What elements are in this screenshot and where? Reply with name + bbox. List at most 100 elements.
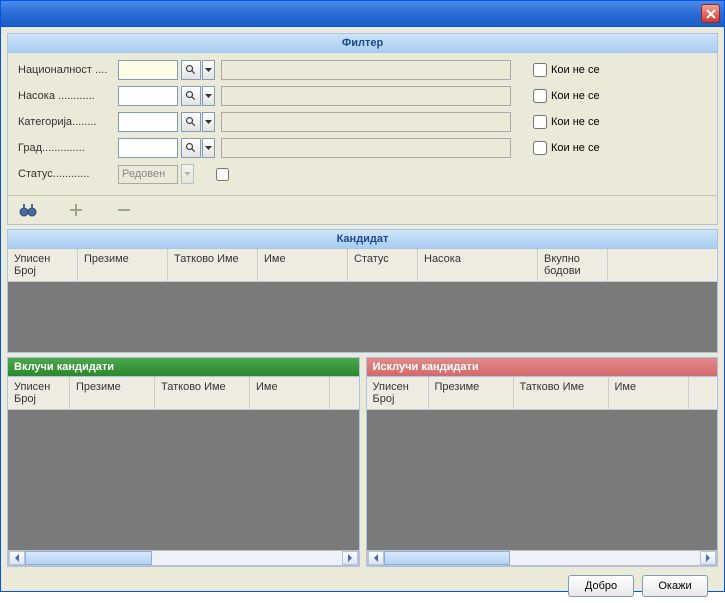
checkbox-city-wrap[interactable]: Кои не се [529, 138, 600, 158]
filter-panel: Филтер Националност .... Кои не се Насок… [7, 33, 718, 225]
exclude-grid-header: Уписен Број Презиме Татково Име Име [367, 377, 718, 410]
inc-col-name[interactable]: Име [250, 377, 330, 409]
col-total-points[interactable]: Вкупно бодови [538, 249, 608, 281]
candidate-header: Кандидат [8, 230, 717, 249]
scroll-track[interactable] [384, 551, 701, 565]
checkbox-category-label: Кои не се [551, 116, 600, 128]
remove-button[interactable] [114, 200, 134, 220]
checkbox-direction[interactable] [533, 89, 547, 103]
dialog-buttons: Добро Окажи [7, 575, 718, 597]
col-status[interactable]: Статус [348, 249, 418, 281]
lookup-category[interactable] [181, 112, 201, 132]
candidate-panel: Кандидат Уписен Број Презиме Татково Име… [7, 229, 718, 353]
close-button[interactable] [701, 4, 720, 23]
dropdown-category[interactable] [202, 112, 215, 132]
exclude-grid-body[interactable] [367, 410, 718, 550]
inc-col-fathername[interactable]: Татково Име [155, 377, 250, 409]
include-grid-body[interactable] [8, 410, 359, 550]
include-header: Вклучи кандидати [8, 358, 359, 377]
label-city: Град.............. [18, 142, 118, 154]
input-nationality[interactable] [118, 60, 178, 80]
checkbox-status[interactable] [216, 168, 229, 181]
inc-col-enroll[interactable]: Уписен Број [8, 377, 70, 409]
exclude-scrollbar[interactable] [367, 550, 718, 566]
filter-row-nationality: Националност .... Кои не се [18, 59, 707, 81]
lookup-nationality[interactable] [181, 60, 201, 80]
checkbox-category[interactable] [533, 115, 547, 129]
dialog-window: Филтер Националност .... Кои не се Насок… [0, 0, 725, 592]
chevron-down-icon [205, 68, 212, 72]
filter-toolbar [8, 195, 717, 224]
scroll-left-button[interactable] [9, 551, 25, 565]
label-direction: Насока ............ [18, 90, 118, 102]
col-name[interactable]: Име [258, 249, 348, 281]
filter-row-direction: Насока ............ Кои не се [18, 85, 707, 107]
dropdown-nationality[interactable] [202, 60, 215, 80]
filter-row-city: Град.............. Кои не се [18, 137, 707, 159]
display-city [221, 138, 511, 158]
chevron-right-icon [347, 554, 353, 562]
display-category [221, 112, 511, 132]
candidate-grid[interactable]: Уписен Број Презиме Татково Име Име Стат… [8, 249, 717, 352]
filter-panel-header: Филтер [8, 34, 717, 53]
show-button[interactable]: Окажи [642, 575, 708, 597]
input-city[interactable] [118, 138, 178, 158]
exc-col-fathername[interactable]: Татково Име [514, 377, 609, 409]
candidate-grid-body[interactable] [8, 282, 717, 352]
scroll-right-button[interactable] [700, 551, 716, 565]
checkbox-nationality[interactable] [533, 63, 547, 77]
filter-row-category: Категорија........ Кои не се [18, 111, 707, 133]
lookup-direction[interactable] [181, 86, 201, 106]
exclude-grid[interactable]: Уписен Број Презиме Татково Име Име [367, 377, 718, 550]
checkbox-category-wrap[interactable]: Кои не се [529, 112, 600, 132]
label-nationality: Националност .... [18, 64, 118, 76]
exc-col-enroll[interactable]: Уписен Број [367, 377, 429, 409]
titlebar [1, 1, 724, 27]
ok-button[interactable]: Добро [568, 575, 634, 597]
input-category[interactable] [118, 112, 178, 132]
col-direction[interactable]: Насока [418, 249, 538, 281]
select-status [118, 165, 178, 184]
col-enroll-no[interactable]: Уписен Број [8, 249, 78, 281]
chevron-down-icon [205, 94, 212, 98]
minus-icon [117, 203, 131, 217]
chevron-down-icon [205, 120, 212, 124]
input-direction[interactable] [118, 86, 178, 106]
scroll-track[interactable] [25, 551, 342, 565]
dropdown-status [181, 164, 194, 184]
scroll-right-button[interactable] [342, 551, 358, 565]
label-category: Категорија........ [18, 116, 118, 128]
scroll-left-button[interactable] [368, 551, 384, 565]
exclude-header: Исклучи кандидати [367, 358, 718, 377]
close-icon [706, 9, 716, 19]
add-button[interactable] [66, 200, 86, 220]
dropdown-direction[interactable] [202, 86, 215, 106]
checkbox-city-label: Кои не се [551, 142, 600, 154]
search-icon [185, 116, 197, 128]
chevron-left-icon [14, 554, 20, 562]
scroll-thumb[interactable] [25, 551, 152, 565]
include-scrollbar[interactable] [8, 550, 359, 566]
candidate-grid-header: Уписен Број Презиме Татково Име Име Стат… [8, 249, 717, 282]
lookup-city[interactable] [181, 138, 201, 158]
checkbox-nationality-wrap[interactable]: Кои не се [529, 60, 600, 80]
checkbox-nationality-label: Кои не се [551, 64, 600, 76]
include-panel: Вклучи кандидати Уписен Број Презиме Тат… [7, 357, 360, 567]
col-fathername[interactable]: Татково Име [168, 249, 258, 281]
scroll-thumb[interactable] [384, 551, 511, 565]
include-grid-header: Уписен Број Презиме Татково Име Име [8, 377, 359, 410]
inc-col-surname[interactable]: Презиме [70, 377, 155, 409]
include-grid[interactable]: Уписен Број Презиме Татково Име Име [8, 377, 359, 550]
checkbox-direction-label: Кои не се [551, 90, 600, 102]
chevron-down-icon [205, 146, 212, 150]
exc-col-surname[interactable]: Презиме [429, 377, 514, 409]
checkbox-city[interactable] [533, 141, 547, 155]
binoculars-icon [19, 202, 37, 218]
col-surname[interactable]: Презиме [78, 249, 168, 281]
search-button[interactable] [18, 200, 38, 220]
label-status: Статус............ [18, 168, 118, 180]
exc-col-name[interactable]: Име [609, 377, 689, 409]
checkbox-direction-wrap[interactable]: Кои не се [529, 86, 600, 106]
search-icon [185, 90, 197, 102]
dropdown-city[interactable] [202, 138, 215, 158]
